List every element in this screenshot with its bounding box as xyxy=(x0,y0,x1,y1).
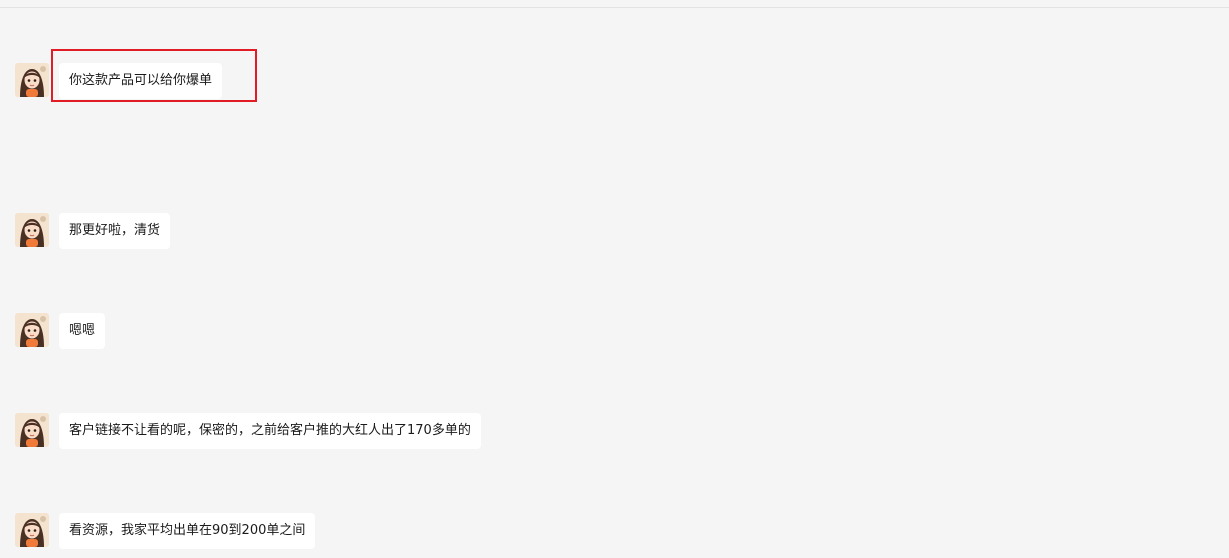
message-bubble[interactable]: 那更好啦，清货 xyxy=(59,213,171,249)
sender-avatar[interactable] xyxy=(15,513,49,547)
sender-avatar[interactable] xyxy=(15,213,49,247)
message-bubble[interactable]: 嗯嗯 xyxy=(59,313,106,349)
sender-avatar[interactable] xyxy=(15,63,49,97)
message-bubble[interactable]: 客户链接不让看的呢，保密的，之前给客户推的大红人出了170多单的 xyxy=(59,413,481,449)
sender-avatar[interactable] xyxy=(15,313,49,347)
top-divider xyxy=(0,7,1229,8)
message-bubble[interactable]: 看资源，我家平均出单在90到200单之间 xyxy=(59,513,316,549)
message-bubble[interactable]: 你这款产品可以给你爆单 xyxy=(59,63,223,99)
sender-avatar[interactable] xyxy=(15,413,49,447)
